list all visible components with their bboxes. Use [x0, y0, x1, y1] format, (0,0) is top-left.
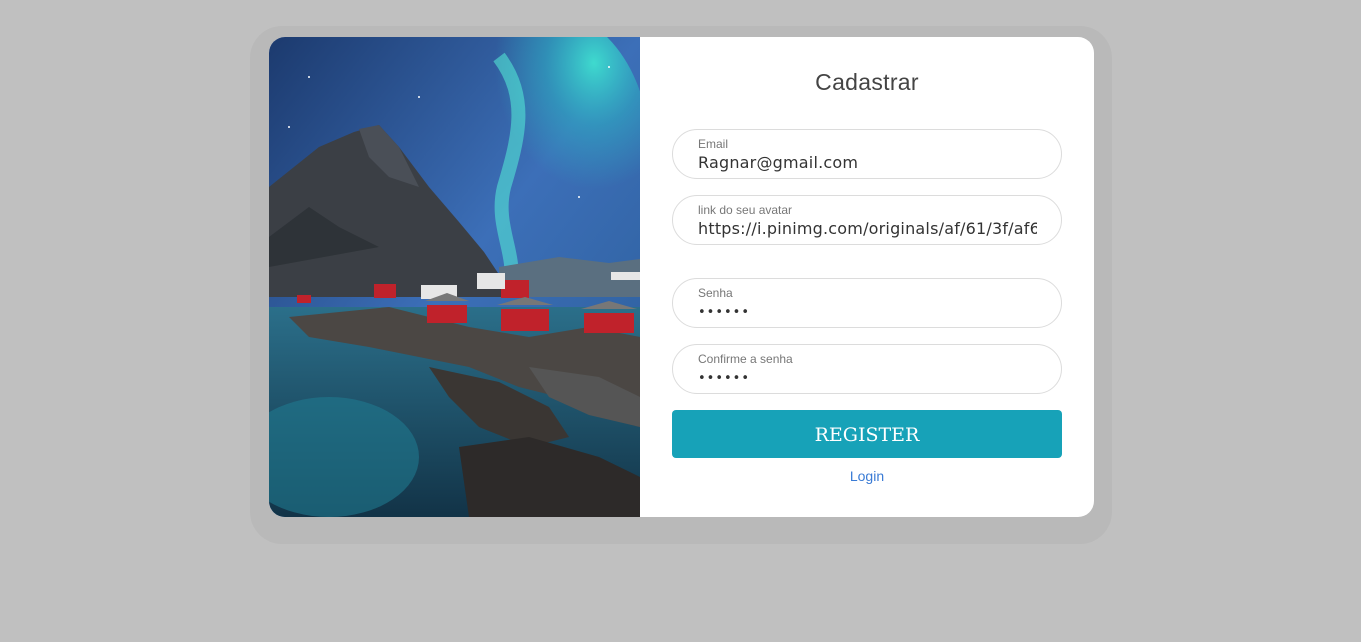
- avatar-link-input[interactable]: https://i.pinimg.com/originals/af/61/3f/…: [698, 219, 1037, 238]
- email-field[interactable]: Email Ragnar@gmail.com: [672, 129, 1062, 179]
- avatar-link-label: link do seu avatar: [698, 203, 793, 217]
- register-card: Cadastrar Email Ragnar@gmail.com link do…: [269, 37, 1094, 517]
- avatar-link-field[interactable]: link do seu avatar https://i.pinimg.com/…: [672, 195, 1062, 245]
- confirm-password-input[interactable]: ••••••: [698, 371, 1037, 386]
- register-form: Cadastrar Email Ragnar@gmail.com link do…: [640, 37, 1094, 517]
- confirm-password-field[interactable]: Confirme a senha ••••••: [672, 344, 1062, 394]
- register-button[interactable]: REGISTER: [672, 410, 1062, 458]
- confirm-password-label: Confirme a senha: [698, 352, 793, 366]
- email-input[interactable]: Ragnar@gmail.com: [698, 153, 1037, 172]
- password-field[interactable]: Senha ••••••: [672, 278, 1062, 328]
- form-title: Cadastrar: [815, 69, 919, 95]
- landscape-photo: [269, 37, 640, 517]
- email-label: Email: [698, 137, 729, 151]
- password-label: Senha: [698, 286, 733, 300]
- login-link[interactable]: Login: [640, 468, 1094, 484]
- password-input[interactable]: ••••••: [698, 305, 1037, 320]
